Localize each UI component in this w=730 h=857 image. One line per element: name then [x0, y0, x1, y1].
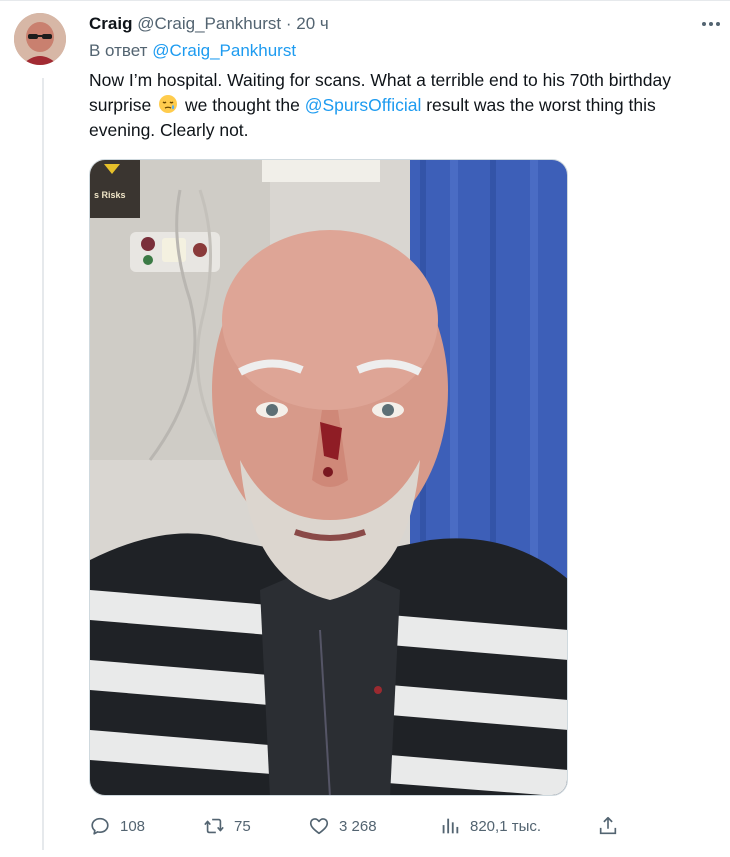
view-count: 820,1 тыс.: [470, 817, 542, 835]
tweet-photo[interactable]: s Risks: [89, 159, 568, 796]
tweet-text-part2: we thought the: [185, 95, 300, 115]
wall-sign-text: s Risks: [94, 190, 126, 200]
share-button[interactable]: [597, 812, 628, 840]
avatar-image: [14, 13, 66, 65]
reply-prefix: В ответ: [89, 41, 148, 60]
views-chart-icon: [442, 818, 459, 834]
tweet-text: Now I’m hospital. Waiting for scans. Wha…: [89, 68, 719, 143]
reply-button[interactable]: 108: [89, 812, 145, 840]
more-options-button[interactable]: [699, 15, 723, 33]
action-bar: 108 75 3 268 820,1 тыс.: [89, 812, 629, 840]
thread-connector-line: [42, 78, 44, 850]
reply-to-mention[interactable]: @Craig_Pankhurst: [152, 41, 296, 60]
reply-context: В ответ @Craig_Pankhurst: [89, 41, 296, 61]
retweet-button[interactable]: 75: [203, 812, 251, 840]
frame-top-border: [0, 0, 730, 1]
tweet-header: Craig @Craig_Pankhurst · 20 ч: [89, 14, 670, 36]
heart-icon: [309, 818, 329, 835]
like-button[interactable]: 3 268: [308, 812, 377, 840]
sleepy-face-emoji-icon: [159, 95, 178, 113]
share-icon: [599, 816, 617, 835]
reply-count: 108: [120, 817, 146, 835]
author-handle[interactable]: @Craig_Pankhurst: [137, 14, 281, 33]
retweet-count: 75: [234, 817, 251, 835]
more-dots-icon: [702, 22, 720, 26]
views-button[interactable]: 820,1 тыс.: [439, 812, 541, 840]
retweet-icon: [204, 818, 224, 834]
photo-hospital-portrait: s Risks: [90, 160, 567, 795]
reply-icon: [91, 817, 109, 835]
author-display-name[interactable]: Craig: [89, 14, 132, 33]
spurs-mention-link[interactable]: @SpursOfficial: [305, 95, 422, 115]
like-count: 3 268: [339, 817, 377, 835]
tweet-timestamp[interactable]: 20 ч: [296, 14, 329, 33]
avatar[interactable]: [14, 13, 66, 65]
header-separator: ·: [285, 14, 292, 33]
